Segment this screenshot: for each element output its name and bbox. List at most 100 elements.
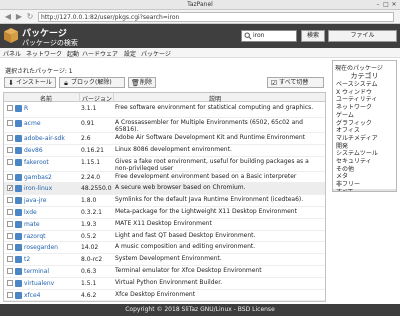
selection-status: 選択されたパッケージ: 1 — [5, 68, 73, 75]
package-name-link[interactable]: dev86 — [24, 147, 43, 154]
category-item[interactable]: グラフィック — [333, 120, 396, 128]
row-checkbox[interactable] — [7, 209, 13, 215]
package-name-link[interactable]: acme — [24, 120, 41, 127]
table-row[interactable]: R 3.1.1 Free software environment for stat… — [4, 103, 325, 118]
row-checkbox[interactable] — [7, 158, 13, 165]
table-row[interactable]: acme 0.91 A Crossassembler for Multiple En… — [4, 118, 325, 133]
table-row[interactable]: lxde 0.3.2.1 Meta-package for the Lightwei… — [4, 207, 325, 219]
remove-button[interactable]: 🗑︎ 削除 — [128, 77, 156, 88]
package-name-link[interactable]: virtualenv — [24, 280, 54, 287]
category-item[interactable]: ネットワーク — [333, 104, 396, 112]
category-item[interactable]: ベースシステム — [333, 81, 396, 89]
category-item[interactable]: マルチメディア — [333, 135, 396, 143]
row-checkbox[interactable] — [7, 105, 13, 111]
row-checkbox[interactable] — [7, 197, 13, 204]
block-button[interactable]: 🔒︎ ブロック(解除) — [59, 77, 125, 88]
category-item[interactable]: メタ — [333, 173, 396, 181]
category-item[interactable]: ユーティリティ — [333, 96, 396, 104]
column-version[interactable]: バージョン — [82, 94, 112, 103]
category-item[interactable]: 開発 — [333, 143, 396, 151]
package-description: Gives a fake root environment, useful fo… — [115, 157, 309, 172]
table-row[interactable]: adobe-air-sdk 2.6 Adobe Air Software Devel… — [4, 133, 325, 145]
category-item[interactable]: セキュリティ — [333, 158, 396, 166]
package-name-link[interactable]: R — [24, 105, 28, 112]
back-icon[interactable]: ◀ — [3, 12, 13, 22]
row-checkbox[interactable] — [7, 268, 13, 274]
menu-item-panel[interactable]: パネル — [3, 49, 21, 58]
package-name-link[interactable]: mate — [24, 221, 40, 228]
row-checkbox[interactable]: ✓ — [7, 185, 13, 192]
table-row[interactable]: mate 1.9.3 MATE X11 Desktop Environment — [4, 219, 325, 231]
table-row[interactable]: t2 8.0-rc2 System Development Environment. — [4, 254, 325, 266]
package-description: Free software environment for statistica… — [115, 104, 314, 111]
table-row[interactable]: xfce4 4.6.2 Xfce Desktop Environment — [4, 290, 325, 301]
row-checkbox[interactable] — [7, 256, 13, 263]
category-item[interactable]: システムツール — [333, 150, 396, 158]
package-name-link[interactable]: xfce4 — [24, 292, 40, 299]
search-button[interactable]: 検索 — [301, 30, 325, 42]
row-checkbox[interactable] — [7, 173, 13, 180]
package-name-link[interactable]: iron-linux — [24, 185, 52, 192]
table-row[interactable]: virtualenv 1.5.1 Virtual Python Environmen… — [4, 278, 325, 290]
row-checkbox[interactable] — [7, 146, 13, 153]
table-row[interactable]: terminal 0.6.3 Terminal emulator for Xfce … — [4, 266, 325, 278]
menu-item-settings[interactable]: 設定 — [124, 49, 136, 58]
package-name-link[interactable]: fakeroot — [24, 159, 49, 166]
category-item[interactable]: オフィス — [333, 127, 396, 135]
category-item[interactable]: すべて — [333, 188, 396, 191]
package-icon — [15, 291, 22, 299]
package-name-link[interactable]: java-jre — [24, 197, 46, 204]
minimize-icon[interactable]: – — [374, 1, 382, 9]
package-icon — [15, 146, 22, 154]
search-icon — [244, 32, 252, 40]
menu-item-packages[interactable]: パッケージ — [141, 49, 171, 58]
menu-item-hardware[interactable]: ハードウェア — [82, 49, 118, 58]
table-row[interactable]: razorqt 0.5.2 Light and fast QT based Desk… — [4, 231, 325, 243]
url-input[interactable] — [38, 12, 394, 22]
table-row[interactable]: rosegarden 14.02 A music composition and e… — [4, 242, 325, 255]
page-footer: Copyright © 2018 SliTaz GNU/Linux - BSD … — [0, 304, 400, 316]
package-name-link[interactable]: razorqt — [24, 233, 46, 240]
install-button[interactable]: ⬇ インストール — [4, 77, 56, 88]
package-name-link[interactable]: lxde — [24, 209, 37, 216]
maximize-icon[interactable]: □ — [382, 1, 390, 9]
row-checkbox[interactable] — [7, 244, 13, 251]
column-name[interactable]: 名前 — [40, 94, 52, 103]
package-name-link[interactable]: rosegarden — [24, 244, 58, 251]
row-checkbox[interactable] — [7, 120, 13, 126]
package-description: Terminal emulator for Xfce Desktop Envir… — [115, 267, 262, 274]
row-checkbox[interactable] — [7, 220, 13, 227]
package-icon — [15, 244, 22, 252]
install-label: インストール — [16, 79, 52, 86]
table-row[interactable]: ✓ iron-linux 48.2550.0 A secure web browser… — [4, 183, 325, 196]
package-name-link[interactable]: gambas2 — [24, 174, 52, 181]
table-row[interactable]: dev86 0.16.21 Linux 8086 development envir… — [4, 145, 325, 157]
category-item[interactable]: 非フリー — [333, 181, 396, 189]
package-icon — [15, 279, 22, 287]
package-name-link[interactable]: terminal — [24, 268, 49, 275]
select-all-button[interactable]: ☑ すべて切替 — [267, 77, 324, 88]
row-checkbox[interactable] — [7, 279, 13, 286]
package-version: 1.15.1 — [81, 158, 101, 166]
table-row[interactable]: fakeroot 1.15.1 Gives a fake root environm… — [4, 157, 325, 172]
package-name-link[interactable]: t2 — [24, 256, 30, 263]
row-checkbox[interactable] — [7, 291, 13, 298]
window-titlebar: TazPanel – □ ✕ — [0, 0, 400, 10]
table-row[interactable]: java-jre 1.8.0 Symlinks for the default Ja… — [4, 195, 325, 207]
reload-icon[interactable]: ↻ — [25, 12, 35, 22]
package-name-link[interactable]: adobe-air-sdk — [24, 135, 65, 142]
table-row[interactable]: gambas2 2.24.0 Free development environmen… — [4, 172, 325, 184]
menu-item-boot[interactable]: 起動 — [67, 49, 79, 58]
column-divider — [79, 93, 80, 102]
forward-icon[interactable]: ▶ — [14, 12, 24, 22]
package-description: Light and fast QT based Desktop Environm… — [115, 231, 256, 239]
category-item[interactable]: X ウィンドウ — [333, 89, 396, 97]
row-checkbox[interactable] — [7, 232, 13, 239]
column-description[interactable]: 説明 — [209, 94, 221, 103]
row-checkbox[interactable] — [7, 135, 13, 141]
package-version: 4.6.2 — [81, 291, 97, 299]
category-item[interactable]: ゲーム — [333, 112, 396, 120]
file-button[interactable]: ファイル — [328, 30, 397, 42]
menu-item-network[interactable]: ネットワーク — [26, 49, 62, 58]
close-icon[interactable]: ✕ — [390, 1, 398, 9]
